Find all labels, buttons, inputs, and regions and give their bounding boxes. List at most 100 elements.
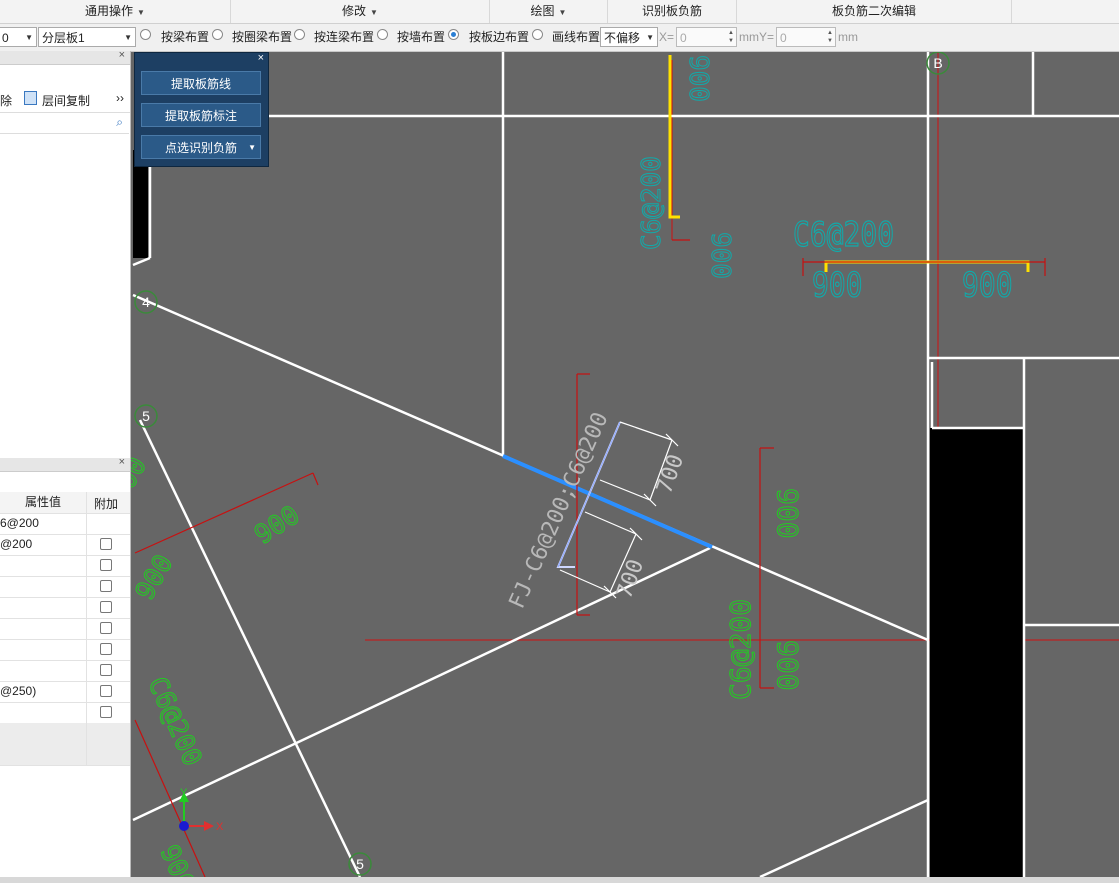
props-header: 属性值 附加 <box>0 492 130 514</box>
props-row-value[interactable] <box>0 555 87 576</box>
menu-identify-rebar[interactable]: 识别板负筋 <box>608 0 737 23</box>
props-row[interactable] <box>0 744 130 766</box>
props-row-value[interactable]: @250) <box>0 681 87 702</box>
spin-up-icon[interactable]: ▲ <box>728 29 734 37</box>
menu-rebar-edit[interactable]: 板负筋二次编辑 <box>737 0 1012 23</box>
chevron-down-icon: ▼ <box>137 8 145 17</box>
ucs-x-label: X <box>216 821 224 833</box>
props-row[interactable]: @200 <box>0 534 130 556</box>
menu-rebar-edit-label: 板负筋二次编辑 <box>831 4 916 18</box>
close-icon[interactable]: × <box>258 52 264 64</box>
close-icon[interactable]: × <box>119 456 125 468</box>
spin-up-icon[interactable]: ▲ <box>827 29 833 37</box>
component-tree[interactable] <box>0 134 129 454</box>
props-header-blank <box>0 472 130 493</box>
dim-mark <box>312 472 319 486</box>
radio-by-link-beam-label[interactable]: 按连梁布置 <box>314 27 374 47</box>
copy-floor-icon <box>24 91 37 105</box>
radio-by-slab-edge-label[interactable]: 按板边布置 <box>469 27 529 47</box>
pick-identify-rebar-label: 点选识别负筋 <box>164 141 237 155</box>
mm-label: mm <box>838 30 858 44</box>
spin-down-icon[interactable]: ▼ <box>728 37 734 45</box>
slab-layer-combo[interactable]: 分层板1 ▼ <box>38 27 136 47</box>
dim-tick <box>665 433 679 447</box>
props-row-checkbox[interactable] <box>100 685 112 697</box>
props-row[interactable] <box>0 702 130 724</box>
radio-by-beam-label[interactable]: 按梁布置 <box>161 27 209 47</box>
pick-identify-rebar-button[interactable]: 点选识别负筋 ▼ <box>141 135 261 159</box>
dim-tick <box>629 527 643 541</box>
props-row[interactable] <box>0 723 130 745</box>
wall-black-right <box>930 428 1024 877</box>
props-row-value[interactable] <box>0 744 87 765</box>
props-row-checkbox[interactable] <box>100 559 112 571</box>
props-row[interactable] <box>0 597 130 619</box>
radio-by-ring-beam[interactable] <box>212 29 223 40</box>
close-icon[interactable]: × <box>119 49 125 61</box>
axis-label-b: B <box>933 55 942 71</box>
more-icon[interactable]: ›› <box>116 91 124 105</box>
offset-combo-value: 不偏移 <box>604 31 641 45</box>
label-rebar: C6@200 <box>724 599 757 700</box>
props-row[interactable] <box>0 576 130 598</box>
props-row-checkbox[interactable] <box>100 664 112 676</box>
menu-draw-label: 绘图 <box>530 4 555 18</box>
copy-floor-button[interactable]: 层间复制 <box>42 92 90 109</box>
props-row-checkbox[interactable] <box>100 706 112 718</box>
label-900: 900 <box>771 488 804 539</box>
props-row-value[interactable] <box>0 723 87 744</box>
slab-layer-combo-value: 分层板1 <box>42 31 85 45</box>
rebar-line-top <box>668 55 680 219</box>
props-row-value[interactable] <box>0 660 87 681</box>
x-label: X= <box>659 30 675 44</box>
props-row-checkbox[interactable] <box>100 601 112 613</box>
radio-by-ring-beam-label[interactable]: 按圈梁布置 <box>232 27 292 47</box>
radio-by-wall-label[interactable]: 按墙布置 <box>397 27 445 47</box>
menu-general-label: 通用操作 <box>85 4 134 18</box>
floor-combo-value: 0 <box>2 31 9 45</box>
props-row-checkbox[interactable] <box>100 538 112 550</box>
radio-draw-line-label[interactable]: 画线布置 <box>552 27 600 47</box>
props-row-value[interactable] <box>0 618 87 639</box>
menu-general[interactable]: 通用操作 ▼ <box>0 0 231 23</box>
chevron-down-icon[interactable]: ▼ <box>248 136 256 160</box>
props-row-checkbox[interactable] <box>100 622 112 634</box>
menu-modify[interactable]: 修改 ▼ <box>231 0 490 23</box>
radio-by-slab-edge[interactable] <box>448 29 459 40</box>
extract-rebar-labels-button[interactable]: 提取板筋标注 <box>141 103 261 127</box>
extract-rebar-lines-button[interactable]: 提取板筋线 <box>141 71 261 95</box>
props-row[interactable] <box>0 555 130 577</box>
radio-draw-line[interactable] <box>532 29 543 40</box>
props-row-value[interactable] <box>0 597 87 618</box>
props-row-value[interactable]: 6@200 <box>0 513 87 534</box>
radio-by-wall[interactable] <box>377 29 388 40</box>
label-fj: FJ-C6@200;C6@200 <box>505 409 614 613</box>
props-row[interactable] <box>0 639 130 661</box>
menu-draw[interactable]: 绘图 ▼ <box>490 0 608 23</box>
props-row-checkbox[interactable] <box>100 643 112 655</box>
floor-combo[interactable]: 0 ▼ <box>0 27 37 47</box>
props-row[interactable] <box>0 660 130 682</box>
props-row-value[interactable]: @200 <box>0 534 87 555</box>
props-row[interactable]: @250) <box>0 681 130 703</box>
y-input[interactable]: 0 ▲ ▼ <box>776 27 836 47</box>
props-row-value[interactable] <box>0 639 87 660</box>
cad-canvas[interactable]: B 4 5 5 900 900 C6@200 C6@200 900 900 90… <box>0 51 1119 877</box>
radio-by-beam[interactable] <box>140 29 151 40</box>
delete-button[interactable]: 除 <box>0 92 12 109</box>
props-row-checkbox[interactable] <box>100 580 112 592</box>
chevron-down-icon: ▼ <box>370 8 378 17</box>
component-search[interactable]: ⌕ <box>0 113 129 134</box>
y-input-value: 0 <box>780 31 787 45</box>
x-input[interactable]: 0 ▲ ▼ <box>676 27 737 47</box>
props-row-value[interactable] <box>0 576 87 597</box>
props-row[interactable] <box>0 618 130 640</box>
search-icon[interactable]: ⌕ <box>116 115 123 130</box>
chevron-down-icon: ▼ <box>558 8 567 17</box>
radio-by-link-beam[interactable] <box>294 29 305 40</box>
props-panel-title: × <box>0 456 130 472</box>
props-row-value[interactable] <box>0 702 87 723</box>
spin-down-icon[interactable]: ▼ <box>827 37 833 45</box>
props-row[interactable]: 6@200 <box>0 513 130 535</box>
offset-combo[interactable]: 不偏移 ▼ <box>600 27 658 47</box>
